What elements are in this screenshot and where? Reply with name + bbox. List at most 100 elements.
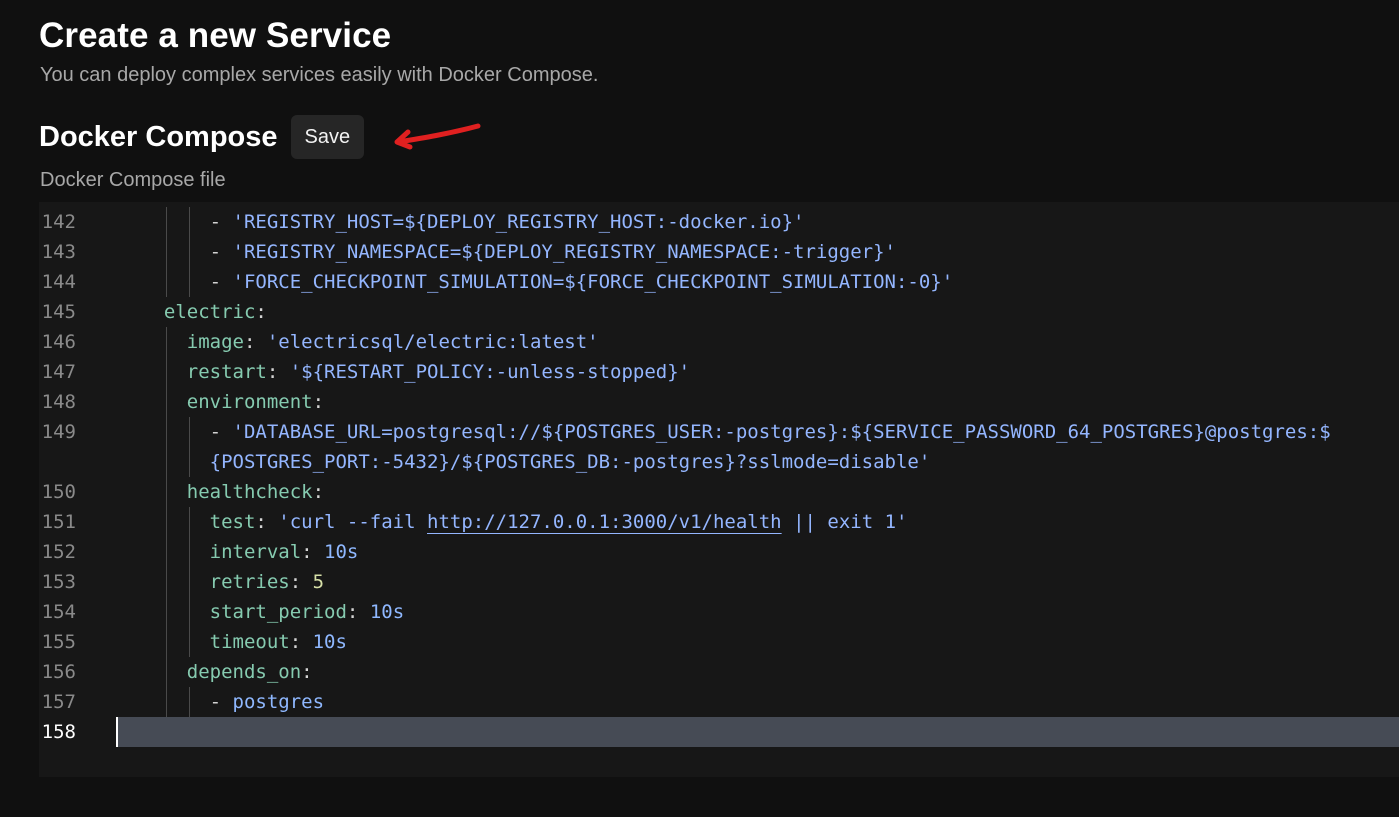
- line-number: 148: [41, 391, 76, 413]
- code-text: test: 'curl --fail http://127.0.0.1:3000…: [141, 507, 908, 537]
- code-token: :: [301, 541, 325, 563]
- code-token: 'REGISTRY_HOST=${DEPLOY_REGISTRY_HOST:-d…: [232, 211, 805, 233]
- code-token: :: [289, 631, 313, 653]
- code-token: 'REGISTRY_NAMESPACE=${DEPLOY_REGISTRY_NA…: [232, 241, 896, 263]
- code-text: - 'REGISTRY_NAMESPACE=${DEPLOY_REGISTRY_…: [141, 237, 896, 267]
- save-button[interactable]: Save: [290, 115, 365, 159]
- code-text: environment:: [141, 387, 324, 417]
- page-subtitle: You can deploy complex services easily w…: [40, 64, 599, 86]
- annotation-arrow-icon: [394, 123, 481, 150]
- code-text: image: 'electricsql/electric:latest': [141, 327, 599, 357]
- code-token: postgres: [232, 691, 325, 713]
- code-line[interactable]: 158: [39, 717, 1399, 747]
- yaml-key: test: [209, 511, 256, 533]
- code-line[interactable]: 147 restart: '${RESTART_POLICY:-unless-s…: [39, 357, 1399, 387]
- line-number: 145: [41, 301, 76, 323]
- section-title: Docker Compose: [39, 120, 278, 153]
- yaml-key: interval: [209, 541, 302, 563]
- code-line[interactable]: 154 start_period: 10s: [39, 597, 1399, 627]
- page-title: Create a new Service: [39, 16, 392, 55]
- code-token: :: [346, 601, 370, 623]
- code-text: start_period: 10s: [141, 597, 405, 627]
- line-number: 152: [41, 541, 76, 563]
- code-token: || exit 1': [781, 511, 908, 533]
- code-line[interactable]: 142 - 'REGISTRY_HOST=${DEPLOY_REGISTRY_H…: [39, 207, 1399, 237]
- line-number: 154: [41, 601, 76, 623]
- code-line[interactable]: 156 depends_on:: [39, 657, 1399, 687]
- code-token: 10s: [324, 541, 359, 563]
- code-token: :: [266, 361, 290, 383]
- code-line[interactable]: 157 - postgres: [39, 687, 1399, 717]
- code-token: 'curl --fail: [278, 511, 428, 533]
- code-line[interactable]: 151 test: 'curl --fail http://127.0.0.1:…: [39, 507, 1399, 537]
- line-number: 144: [41, 271, 76, 293]
- code-text: healthcheck:: [141, 477, 324, 507]
- yaml-key: depends_on: [186, 661, 302, 683]
- code-text: - 'FORCE_CHECKPOINT_SIMULATION=${FORCE_C…: [141, 267, 954, 297]
- code-line[interactable]: 148 environment:: [39, 387, 1399, 417]
- code-token: 10s: [312, 631, 347, 653]
- line-number: 149: [41, 421, 76, 443]
- line-number: 142: [41, 211, 76, 233]
- code-token: :: [255, 301, 267, 323]
- compose-file-label: Docker Compose file: [40, 169, 226, 191]
- code-token: -: [209, 691, 233, 713]
- code-text: timeout: 10s: [141, 627, 347, 657]
- yaml-key: restart: [186, 361, 267, 383]
- code-token: 10s: [369, 601, 405, 623]
- code-token: '${RESTART_POLICY:-unless-stopped}': [289, 361, 691, 383]
- code-token: 5: [312, 571, 325, 593]
- code-token: :: [312, 481, 325, 503]
- line-number: 147: [41, 361, 76, 383]
- code-text: retries: 5: [141, 567, 324, 597]
- code-token: 'electricsql/electric:latest': [266, 331, 599, 353]
- code-token: 'DATABASE_URL=postgresql://${POSTGRES_US…: [232, 421, 1331, 443]
- code-token: -: [209, 241, 233, 263]
- code-line[interactable]: 143 - 'REGISTRY_NAMESPACE=${DEPLOY_REGIS…: [39, 237, 1399, 267]
- line-number: 143: [41, 241, 76, 263]
- code-text: restart: '${RESTART_POLICY:-unless-stopp…: [141, 357, 690, 387]
- code-line[interactable]: {POSTGRES_PORT:-5432}/${POSTGRES_DB:-pos…: [39, 447, 1399, 477]
- line-number: 151: [41, 511, 76, 533]
- code-line[interactable]: 150 healthcheck:: [39, 477, 1399, 507]
- code-token: -: [209, 211, 233, 233]
- code-token: :: [255, 511, 279, 533]
- yaml-key: environment: [186, 391, 313, 413]
- code-line[interactable]: 144 - 'FORCE_CHECKPOINT_SIMULATION=${FOR…: [39, 267, 1399, 297]
- code-token: :: [301, 661, 313, 683]
- code-token: :: [312, 391, 325, 413]
- code-text: - 'REGISTRY_HOST=${DEPLOY_REGISTRY_HOST:…: [141, 207, 805, 237]
- yaml-key: retries: [209, 571, 290, 593]
- code-text: interval: 10s: [141, 537, 359, 567]
- code-text: {POSTGRES_PORT:-5432}/${POSTGRES_DB:-pos…: [141, 447, 931, 477]
- code-text: - postgres: [141, 687, 324, 717]
- line-number: 157: [41, 691, 76, 713]
- yaml-key: electric: [163, 301, 256, 323]
- code-text: depends_on:: [141, 657, 313, 687]
- yaml-key: healthcheck: [186, 481, 313, 503]
- code-token: -: [209, 271, 233, 293]
- code-token: :: [289, 571, 313, 593]
- yaml-key: start_period: [209, 601, 347, 623]
- section-header: Docker Compose Save: [39, 114, 365, 160]
- line-number: 156: [41, 661, 76, 683]
- code-token: -: [209, 421, 233, 443]
- code-line[interactable]: 155 timeout: 10s: [39, 627, 1399, 657]
- code-line[interactable]: 153 retries: 5: [39, 567, 1399, 597]
- line-number: 155: [41, 631, 76, 653]
- code-token: {POSTGRES_PORT:-5432}/${POSTGRES_DB:-pos…: [209, 451, 931, 473]
- code-token: 'FORCE_CHECKPOINT_SIMULATION=${FORCE_CHE…: [232, 271, 954, 293]
- line-number: 153: [41, 571, 76, 593]
- code-line[interactable]: 145 electric:: [39, 297, 1399, 327]
- code-link[interactable]: http://127.0.0.1:3000/v1/health: [427, 511, 782, 533]
- line-number: 146: [41, 331, 76, 353]
- code-line[interactable]: 146 image: 'electricsql/electric:latest': [39, 327, 1399, 357]
- yaml-key: image: [186, 331, 244, 353]
- line-number: 158: [41, 721, 76, 743]
- code-line[interactable]: 152 interval: 10s: [39, 537, 1399, 567]
- code-line[interactable]: 149 - 'DATABASE_URL=postgresql://${POSTG…: [39, 417, 1399, 447]
- code-text: - 'DATABASE_URL=postgresql://${POSTGRES_…: [141, 417, 1331, 447]
- code-text: electric:: [141, 297, 267, 327]
- code-editor[interactable]: 142 - 'REGISTRY_HOST=${DEPLOY_REGISTRY_H…: [39, 202, 1399, 777]
- line-number: 150: [41, 481, 76, 503]
